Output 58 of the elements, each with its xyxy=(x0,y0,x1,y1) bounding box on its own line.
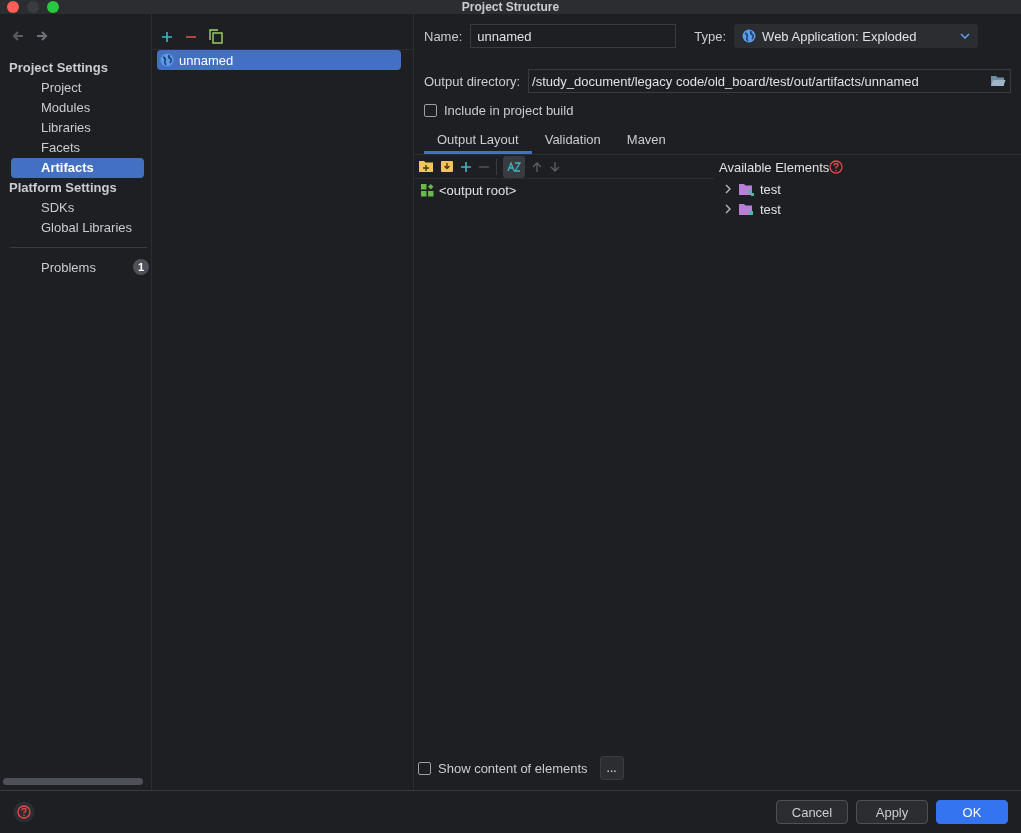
checkbox[interactable] xyxy=(418,761,431,775)
checkbox-label: Include in project build xyxy=(444,103,574,118)
sidebar-item[interactable]: Problems xyxy=(41,259,96,275)
up-arrow-icon xyxy=(531,160,543,173)
folder-icon[interactable] xyxy=(990,75,1006,87)
help-icon[interactable] xyxy=(829,160,844,174)
type-dropdown[interactable]: Web Application: Exploded xyxy=(734,24,979,48)
globe-icon xyxy=(742,29,757,43)
sidebar-item[interactable]: SDKs xyxy=(11,198,144,218)
sidebar-item[interactable]: Modules xyxy=(11,98,144,118)
chevron-right-icon[interactable] xyxy=(724,184,732,194)
section-header: Platform Settings xyxy=(8,179,118,197)
sidebar-item[interactable]: Facets xyxy=(11,138,144,158)
zoom-icon[interactable] xyxy=(47,1,59,13)
panel-title: Available Elements xyxy=(719,159,830,175)
folder-icon xyxy=(738,202,754,216)
tree-node[interactable]: test xyxy=(760,181,781,197)
field-label: Type: xyxy=(694,28,727,44)
scrollbar[interactable] xyxy=(3,778,143,785)
globe-icon xyxy=(160,53,174,67)
add-icon[interactable] xyxy=(161,30,173,43)
sort-icon[interactable] xyxy=(503,155,525,178)
count-badge: 1 xyxy=(133,259,149,275)
tree-node[interactable]: <output root> xyxy=(439,182,517,198)
module-folder-icon xyxy=(738,182,754,196)
field-label: Name: xyxy=(424,28,463,44)
new-folder-icon[interactable] xyxy=(418,160,434,173)
tab[interactable]: Output Layout xyxy=(424,128,532,154)
tree-node[interactable]: test xyxy=(760,201,781,217)
tab[interactable]: Validation xyxy=(531,128,614,154)
checkbox[interactable] xyxy=(424,104,437,117)
chevron-right-icon[interactable] xyxy=(724,204,732,214)
tab[interactable]: Maven xyxy=(613,128,679,154)
dialog-button[interactable]: Apply xyxy=(856,800,928,824)
root-icon xyxy=(421,183,434,197)
copy-icon[interactable] xyxy=(209,29,223,44)
more-button[interactable]: ... xyxy=(599,756,624,780)
sidebar-item[interactable]: Project xyxy=(11,78,144,98)
section-header: Project Settings xyxy=(8,59,109,77)
field-label: Output directory: xyxy=(424,73,521,89)
help-icon[interactable] xyxy=(13,801,35,823)
artifact-item[interactable]: unnamed xyxy=(157,50,401,70)
archive-icon[interactable] xyxy=(440,160,454,173)
add-icon[interactable] xyxy=(460,160,472,173)
forward-arrow-icon[interactable] xyxy=(36,30,48,42)
sidebar-item[interactable]: Global Libraries xyxy=(11,218,144,238)
output-directory-field[interactable]: /study_document/legacy code/old_board/test/out/artifacts/unnamed xyxy=(528,69,1011,93)
sidebar-item[interactable]: Artifacts xyxy=(11,158,144,178)
back-arrow-icon[interactable] xyxy=(12,30,24,42)
dialog-button[interactable]: Cancel xyxy=(776,800,848,824)
ok-button[interactable]: OK xyxy=(936,800,1008,824)
name-field[interactable]: unnamed xyxy=(470,24,677,48)
sidebar-item[interactable]: Libraries xyxy=(11,118,144,138)
close-icon[interactable] xyxy=(7,1,19,13)
checkbox-label: Show content of elements xyxy=(438,760,588,776)
window-title: Project Structure xyxy=(461,0,560,14)
down-arrow-icon xyxy=(549,160,561,173)
chevron-down-icon xyxy=(960,33,971,39)
